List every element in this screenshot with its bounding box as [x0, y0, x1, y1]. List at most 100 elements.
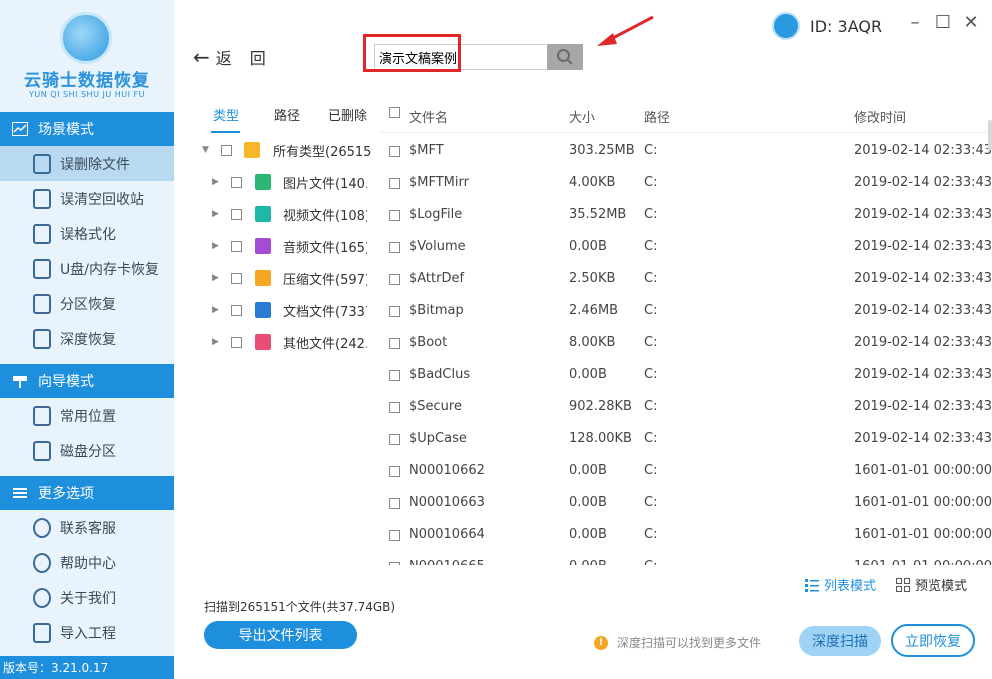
table-row[interactable]: $MFTMirr 4.00KB C: 2019-02-14 02:33:43: [380, 167, 992, 199]
row-checkbox[interactable]: [389, 338, 400, 349]
expand-icon[interactable]: ▶: [212, 209, 219, 219]
sidebar-item-label: 常用位置: [60, 408, 116, 425]
table-row[interactable]: N00010662 0.00B C: 1601-01-01 00:00:00: [380, 455, 992, 487]
sidebar-item-disk-partition[interactable]: 磁盘分区: [0, 433, 174, 468]
sidebar-item-help[interactable]: 帮助中心: [0, 545, 174, 580]
tab-type[interactable]: 类型: [213, 105, 239, 124]
row-checkbox[interactable]: [389, 402, 400, 413]
table-row[interactable]: $LogFile 35.52MB C: 2019-02-14 02:33:43: [380, 199, 992, 231]
sidebar-item-contact[interactable]: 联系客服: [0, 510, 174, 545]
category-checkbox[interactable]: [231, 272, 242, 284]
scrollbar[interactable]: [988, 120, 992, 150]
table-row[interactable]: $Secure 902.28KB C: 2019-02-14 02:33:43: [380, 391, 992, 423]
category-row-video[interactable]: ▶ 视频文件(108): [190, 198, 377, 230]
preview-mode-button[interactable]: 预览模式: [896, 575, 967, 594]
deep-scan-button[interactable]: 深度扫描: [799, 626, 881, 656]
back-button[interactable]: ← 返 回: [193, 45, 266, 69]
minimize-button[interactable]: –: [906, 14, 924, 32]
column-header-name[interactable]: 文件名: [409, 107, 448, 126]
category-checkbox[interactable]: [231, 176, 242, 188]
cell-name: N00010662: [409, 463, 485, 478]
cell-path: C:: [644, 239, 658, 254]
table-row[interactable]: N00010663 0.00B C: 1601-01-01 00:00:00: [380, 487, 992, 519]
category-row-documents[interactable]: ▶ 文档文件(7337): [190, 294, 377, 326]
other-icon: [255, 334, 271, 350]
sidebar-item-deep-recover[interactable]: 深度恢复: [0, 321, 174, 356]
category-panel: 类型 路径 已删除 ▼ 所有类型(265151) ▶ 图片文件(140… ▶ 视…: [190, 95, 377, 565]
table-row[interactable]: $UpCase 128.00KB C: 2019-02-14 02:33:43: [380, 423, 992, 455]
row-checkbox[interactable]: [389, 530, 400, 541]
table-row[interactable]: $Boot 8.00KB C: 2019-02-14 02:33:43: [380, 327, 992, 359]
select-all-checkbox[interactable]: [389, 107, 400, 118]
search-button[interactable]: [547, 44, 583, 70]
tab-deleted[interactable]: 已删除: [328, 105, 367, 124]
recover-now-button[interactable]: 立即恢复: [891, 624, 975, 657]
row-checkbox[interactable]: [389, 466, 400, 477]
table-row[interactable]: N00010664 0.00B C: 1601-01-01 00:00:00: [380, 519, 992, 551]
table-row[interactable]: $Bitmap 2.46MB C: 2019-02-14 02:33:43: [380, 295, 992, 327]
table-row[interactable]: $AttrDef 2.50KB C: 2019-02-14 02:33:43: [380, 263, 992, 295]
section-wizard-mode[interactable]: 向导模式: [0, 364, 174, 398]
sidebar-item-usb[interactable]: U盘/内存卡恢复: [0, 251, 174, 286]
category-checkbox[interactable]: [231, 208, 242, 220]
category-row-images[interactable]: ▶ 图片文件(140…: [190, 166, 377, 198]
user-id[interactable]: ID: 3AQR: [772, 12, 882, 40]
row-checkbox[interactable]: [389, 562, 400, 565]
cell-path: C:: [644, 367, 658, 382]
sidebar-item-import[interactable]: 导入工程: [0, 615, 174, 650]
scan-summary: 扫描到265151个文件(共37.74GB): [204, 600, 396, 614]
warning-icon: !: [594, 635, 608, 650]
expand-icon[interactable]: ▶: [212, 305, 219, 315]
expand-icon[interactable]: ▶: [212, 241, 219, 251]
column-header-mtime[interactable]: 修改时间: [854, 107, 906, 126]
row-checkbox[interactable]: [389, 242, 400, 253]
section-title: 场景模式: [38, 122, 94, 138]
expand-icon[interactable]: ▶: [212, 337, 219, 347]
category-row-all[interactable]: ▼ 所有类型(265151): [190, 134, 377, 166]
table-row[interactable]: $Volume 0.00B C: 2019-02-14 02:33:43: [380, 231, 992, 263]
column-header-size[interactable]: 大小: [569, 107, 595, 126]
sidebar-item-deleted-files[interactable]: 误删除文件: [0, 146, 174, 181]
cell-size: 0.00B: [569, 367, 607, 382]
column-header-path[interactable]: 路径: [644, 107, 670, 126]
collapse-icon[interactable]: ▼: [202, 145, 209, 155]
maximize-button[interactable]: ☐: [934, 14, 952, 32]
list-mode-button[interactable]: 列表模式: [805, 575, 876, 594]
row-checkbox[interactable]: [389, 210, 400, 221]
close-button[interactable]: ✕: [962, 14, 980, 32]
category-checkbox[interactable]: [231, 336, 242, 348]
category-label: 视频文件(108): [283, 208, 367, 224]
usb-icon: [33, 258, 51, 279]
sidebar-item-partition[interactable]: 分区恢复: [0, 286, 174, 321]
category-row-zip[interactable]: ▶ 压缩文件(597): [190, 262, 377, 294]
back-label: 返: [215, 49, 232, 68]
category-checkbox[interactable]: [231, 304, 242, 316]
cell-path: C:: [644, 559, 657, 565]
section-more-options[interactable]: 更多选项: [0, 476, 174, 510]
table-row[interactable]: $MFT 303.25MB C: 2019-02-14 02:33:43: [380, 135, 992, 167]
category-checkbox[interactable]: [231, 240, 242, 252]
section-scene-mode[interactable]: 场景模式: [0, 112, 174, 146]
expand-icon[interactable]: ▶: [212, 177, 219, 187]
expand-icon[interactable]: ▶: [212, 273, 219, 283]
sidebar-item-common-locations[interactable]: 常用位置: [0, 398, 174, 433]
export-list-button[interactable]: 导出文件列表: [204, 621, 357, 649]
row-checkbox[interactable]: [389, 498, 400, 509]
row-checkbox[interactable]: [389, 306, 400, 317]
category-checkbox[interactable]: [221, 144, 232, 156]
table-row[interactable]: N00010665 0.00B C: 1601-01-01 00:00:00: [380, 551, 992, 565]
row-checkbox[interactable]: [389, 370, 400, 381]
table-row[interactable]: $BadClus 0.00B C: 2019-02-14 02:33:43: [380, 359, 992, 391]
row-checkbox[interactable]: [389, 434, 400, 445]
tab-path[interactable]: 路径: [274, 105, 300, 124]
category-row-other[interactable]: ▶ 其他文件(242…: [190, 326, 377, 358]
back-label-2: 回: [249, 49, 266, 68]
sidebar-item-about[interactable]: 关于我们: [0, 580, 174, 615]
category-row-audio[interactable]: ▶ 音频文件(165): [190, 230, 377, 262]
cell-name: $Volume: [409, 239, 466, 254]
sidebar-item-recycle-bin[interactable]: 误清空回收站: [0, 181, 174, 216]
sidebar-item-format[interactable]: 误格式化: [0, 216, 174, 251]
row-checkbox[interactable]: [389, 274, 400, 285]
row-checkbox[interactable]: [389, 178, 400, 189]
row-checkbox[interactable]: [389, 146, 400, 157]
